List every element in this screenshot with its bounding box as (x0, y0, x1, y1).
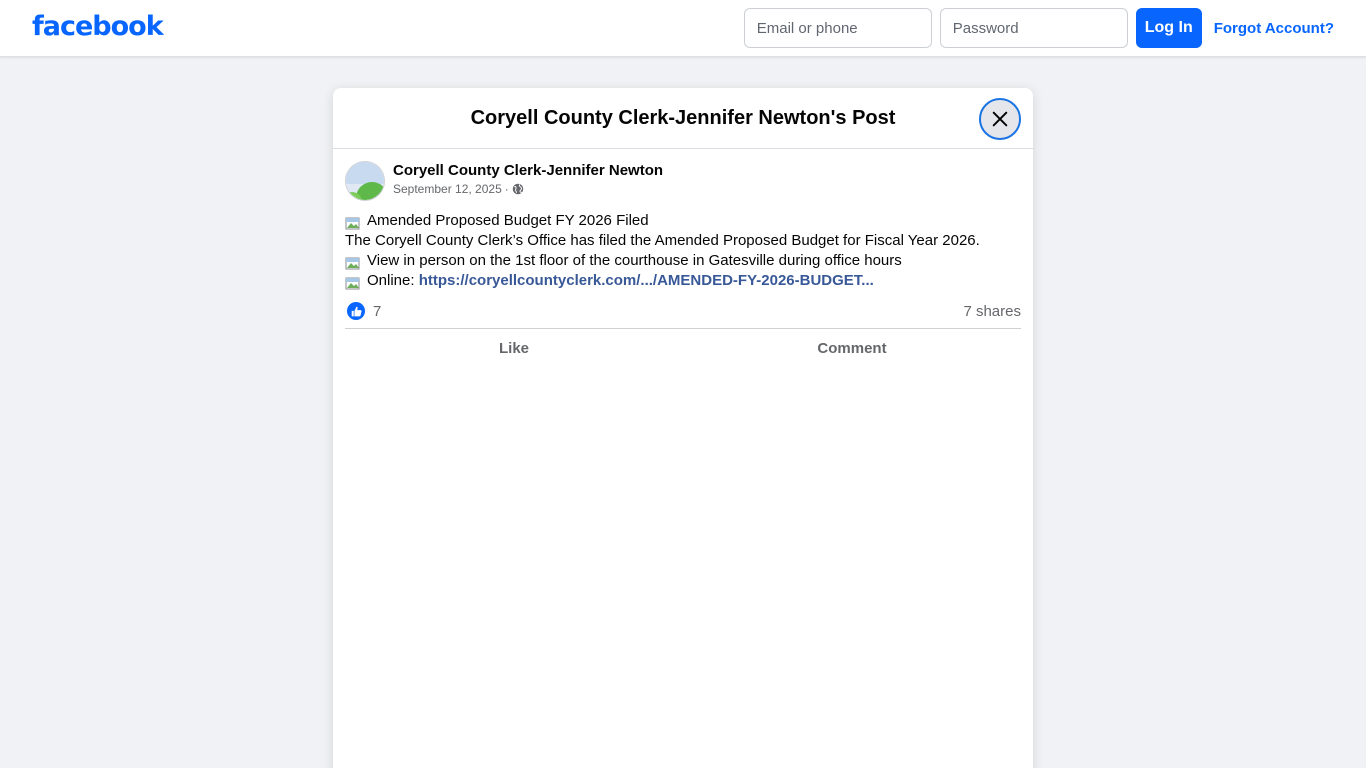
post-author-block: Coryell County Clerk-Jennifer Newton Sep… (393, 161, 663, 196)
broken-image-icon (345, 257, 360, 270)
forgot-account-link[interactable]: Forgot Account? (1214, 20, 1334, 37)
broken-image-icon (345, 277, 360, 290)
meta-separator: · (504, 182, 509, 196)
post-dialog: Coryell County Clerk-Jennifer Newton's P… (333, 88, 1033, 768)
post-meta: September 12, 2025 · (393, 182, 663, 196)
globe-icon (512, 183, 523, 195)
close-button[interactable] (979, 98, 1021, 140)
post-author-name[interactable]: Coryell County Clerk-Jennifer Newton (393, 162, 663, 179)
post-line-text: The Coryell County Clerk’s Office has fi… (345, 232, 980, 249)
dialog-title: Coryell County Clerk-Jennifer Newton's P… (470, 106, 896, 129)
post-date[interactable]: September 12, 2025 (393, 182, 502, 196)
top-navigation-bar: facebook Log In Forgot Account? (0, 0, 1366, 57)
close-icon (992, 111, 1008, 127)
post-text: Amended Proposed Budget FY 2026 Filed Th… (345, 211, 1021, 291)
broken-image-icon (345, 217, 360, 230)
login-button[interactable]: Log In (1135, 8, 1202, 48)
share-count[interactable]: 7 shares (963, 303, 1021, 320)
password-input[interactable] (939, 8, 1128, 48)
post: Coryell County Clerk-Jennifer Newton Sep… (333, 149, 1033, 367)
facebook-logo[interactable]: facebook (32, 11, 164, 42)
reaction-count: 7 (373, 302, 382, 320)
post-line: Online: https://coryellcountyclerk.com/.… (345, 271, 1021, 291)
like-button[interactable]: Like (345, 340, 683, 357)
reactions-bar: 7 7 shares (345, 301, 1021, 321)
email-input[interactable] (743, 8, 932, 48)
dialog-header: Coryell County Clerk-Jennifer Newton's P… (333, 88, 1033, 149)
post-line: Amended Proposed Budget FY 2026 Filed (345, 211, 1021, 231)
login-form: Log In Forgot Account? (743, 8, 1334, 48)
post-line: The Coryell County Clerk’s Office has fi… (345, 231, 1021, 251)
comment-button[interactable]: Comment (683, 340, 1021, 357)
post-line-text: Online: (367, 272, 419, 289)
post-actions: Like Comment (345, 329, 1021, 367)
like-reaction-icon (347, 302, 365, 320)
post-line-text: View in person on the 1st floor of the c… (367, 252, 902, 269)
reaction-summary[interactable]: 7 (345, 302, 381, 320)
avatar[interactable] (345, 161, 385, 201)
post-line: View in person on the 1st floor of the c… (345, 251, 1021, 271)
post-line-text: Amended Proposed Budget FY 2026 Filed (367, 212, 649, 229)
budget-link[interactable]: https://coryellcountyclerk.com/.../AMEND… (419, 271, 874, 291)
post-header: Coryell County Clerk-Jennifer Newton Sep… (345, 161, 1021, 201)
